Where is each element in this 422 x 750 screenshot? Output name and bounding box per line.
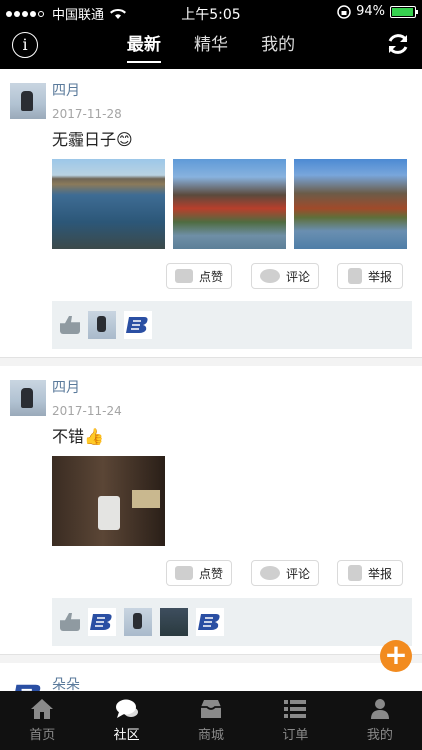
post-actions: 点赞 评论 举报	[10, 560, 412, 588]
bottom-tab-label: 商城	[198, 728, 225, 743]
comment-icon	[259, 566, 280, 580]
bottom-tab-label: 订单	[282, 728, 309, 743]
post-photo[interactable]	[173, 159, 286, 249]
thumbs-up-icon	[60, 613, 80, 631]
orders-icon	[284, 700, 307, 718]
likers-bar	[52, 301, 412, 349]
mall-icon	[201, 700, 222, 718]
liker-avatar[interactable]	[88, 311, 116, 339]
bottom-tab-label: 我的	[366, 728, 393, 743]
bottom-tab-bar: 首页 社区 商城 订单 我的	[0, 691, 422, 750]
liker-avatar[interactable]	[88, 608, 116, 636]
post-content: 无霾日子😊	[52, 130, 133, 149]
post-photos	[52, 159, 412, 249]
post-date: 2017-11-24	[52, 404, 122, 418]
liker-avatar[interactable]	[196, 608, 224, 636]
liker-avatar[interactable]	[124, 311, 152, 339]
post-photo[interactable]	[294, 159, 407, 249]
thumbs-up-icon	[60, 316, 80, 334]
report-button[interactable]: 举报	[337, 560, 403, 586]
avatar[interactable]	[10, 83, 46, 119]
post-photo[interactable]	[52, 456, 165, 546]
post-date: 2017-11-28	[52, 107, 122, 121]
avatar[interactable]	[10, 677, 46, 691]
battery-icon	[390, 5, 418, 18]
status-bar: 中国联通 上午5:05 94%	[0, 0, 422, 24]
tab-latest[interactable]: 最新	[126, 30, 161, 63]
like-button[interactable]: 点赞	[166, 560, 232, 586]
profile-icon	[370, 699, 389, 719]
status-right: 94%	[337, 4, 418, 19]
like-button[interactable]: 点赞	[166, 263, 232, 289]
comment-button[interactable]: 评论	[251, 560, 319, 586]
post-feed[interactable]: 四月 2017-11-28 无霾日子😊 点赞 评论 举报 四月 2017-11-…	[0, 69, 422, 691]
rotation-lock-icon	[337, 4, 351, 19]
post-item: 朵朵 2017-11-24	[0, 663, 422, 691]
bottom-tab-mall[interactable]: 商城	[169, 691, 253, 750]
bottom-tab-home[interactable]: 首页	[0, 691, 84, 750]
bottom-tab-label: 社区	[113, 728, 140, 743]
post-item: 四月 2017-11-28 无霾日子😊 点赞 评论 举报	[0, 69, 422, 358]
battery-fill	[392, 7, 413, 16]
phone-icon	[347, 565, 362, 581]
likers-bar	[52, 598, 412, 646]
avatar[interactable]	[10, 380, 46, 416]
community-icon	[115, 699, 138, 718]
post-username[interactable]: 朵朵	[52, 675, 412, 691]
post-photos	[52, 456, 412, 546]
thumbs-up-icon	[174, 269, 193, 283]
tab-featured[interactable]: 精华	[194, 30, 228, 61]
phone-icon	[347, 268, 362, 284]
tab-mine[interactable]: 我的	[261, 30, 295, 61]
like-label: 点赞	[198, 269, 223, 284]
post-item: 四月 2017-11-24 不错👍 点赞 评论 举报	[0, 366, 422, 655]
comment-label: 评论	[285, 269, 310, 284]
comment-icon	[259, 269, 280, 283]
report-label: 举报	[367, 566, 392, 581]
post-actions: 点赞 评论 举报	[10, 263, 412, 291]
bottom-tab-community[interactable]: 社区	[84, 691, 168, 750]
liker-avatar[interactable]	[160, 608, 188, 636]
liker-avatar[interactable]	[124, 608, 152, 636]
report-button[interactable]: 举报	[337, 263, 403, 289]
refresh-icon[interactable]	[386, 32, 410, 56]
top-nav-bar: i 最新 精华 我的	[0, 24, 422, 69]
post-username[interactable]: 四月	[52, 378, 412, 398]
like-label: 点赞	[198, 566, 223, 581]
post-username[interactable]: 四月	[52, 81, 412, 101]
bottom-tab-profile[interactable]: 我的	[338, 691, 422, 750]
thumbs-up-icon	[174, 566, 193, 580]
comment-button[interactable]: 评论	[251, 263, 319, 289]
post-photo[interactable]	[52, 159, 165, 249]
feed-tabs: 最新 精华 我的	[0, 30, 422, 63]
comment-label: 评论	[285, 566, 310, 581]
post-content: 不错👍	[52, 427, 104, 446]
bottom-tab-label: 首页	[29, 728, 56, 743]
battery-percent: 94%	[356, 4, 385, 19]
bottom-tab-orders[interactable]: 订单	[253, 691, 337, 750]
home-icon	[31, 699, 54, 719]
add-post-button[interactable]: +	[380, 640, 412, 672]
report-label: 举报	[367, 269, 392, 284]
